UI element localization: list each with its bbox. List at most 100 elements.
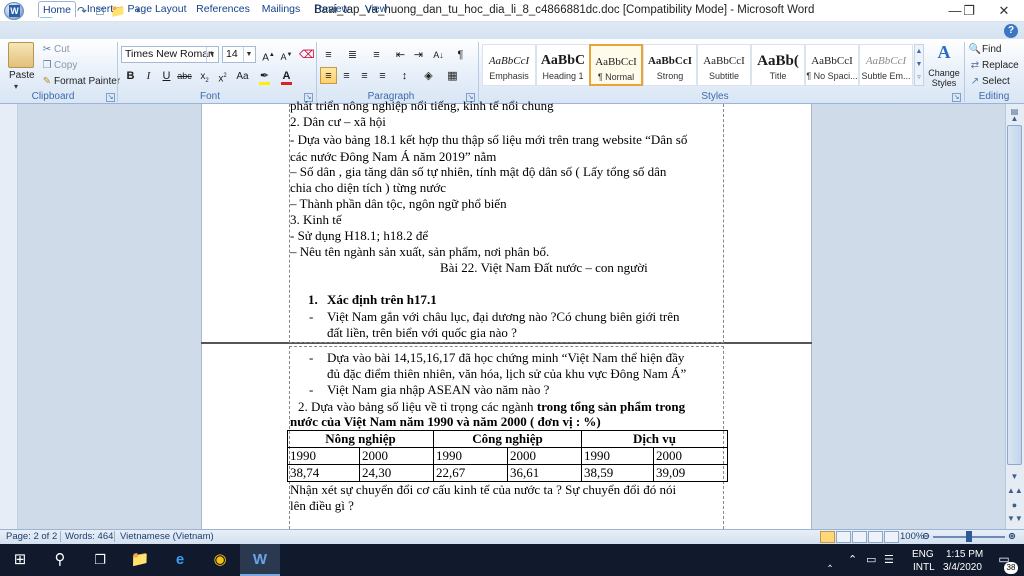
style-subtle-emphasis[interactable]: AaBbCcI Subtle Em... xyxy=(859,44,913,86)
table-cell: 38,59 xyxy=(581,464,654,482)
full-screen-reading-icon[interactable] xyxy=(836,531,851,543)
copy-button[interactable]: ❐ Copy xyxy=(40,58,78,74)
font-color-icon[interactable]: A xyxy=(278,67,295,85)
tab-review[interactable]: Review xyxy=(312,1,352,17)
next-page-icon[interactable]: ▼▼ xyxy=(1007,512,1023,526)
zoom-level[interactable]: 100% xyxy=(900,530,924,543)
justify-icon[interactable]: ≡ xyxy=(374,67,391,84)
change-styles-icon[interactable]: A xyxy=(930,42,958,66)
tab-insert[interactable]: Insert xyxy=(82,1,118,17)
print-layout-icon[interactable] xyxy=(820,531,835,543)
bullets-icon[interactable]: ≡ xyxy=(320,46,337,63)
styles-launcher-icon[interactable]: ↘ xyxy=(952,93,961,102)
align-right-icon[interactable]: ≡ xyxy=(356,67,373,84)
font-size-dropdown[interactable]: 14 ▼ xyxy=(222,46,256,63)
shading-icon[interactable]: ◈ xyxy=(420,67,437,84)
draft-view-icon[interactable] xyxy=(884,531,899,543)
file-explorer-icon[interactable]: 📁 xyxy=(120,544,160,576)
strikethrough-icon[interactable]: abc xyxy=(176,67,193,84)
style-title[interactable]: AaBb(Title xyxy=(751,44,805,86)
style-heading-1[interactable]: AaBbC Heading 1 xyxy=(536,44,590,86)
zoom-in-icon[interactable]: ⊕ xyxy=(1008,530,1016,543)
task-view-icon[interactable]: ❐ xyxy=(80,544,120,576)
battery-icon[interactable]: ▭ xyxy=(866,553,876,566)
font-name-dropdown[interactable]: Times New Roman ▼ xyxy=(121,46,219,63)
tab-references[interactable]: References xyxy=(196,1,250,17)
style-no-spacing[interactable]: AaBbCcI ¶ No Spaci... xyxy=(805,44,859,86)
tab-page-layout[interactable]: Page Layout xyxy=(126,1,188,17)
style-subtitle[interactable]: AaBbCcI Subtitle xyxy=(697,44,751,86)
increase-indent-icon[interactable]: ⇥ xyxy=(410,46,427,63)
show-formatting-icon[interactable]: ¶ xyxy=(452,46,469,63)
paste-dropdown-icon[interactable]: ▾ xyxy=(14,82,18,91)
table-row: 38,74 24,30 22,67 36,61 38,59 39,09 xyxy=(287,464,728,482)
language-indicator[interactable]: Vietnamese (Vietnam) xyxy=(120,530,214,543)
style-strong[interactable]: AaBbCcI Strong xyxy=(643,44,697,86)
sort-icon[interactable]: A↓ xyxy=(430,46,447,63)
style-normal[interactable]: AaBbCcI ¶ Normal xyxy=(589,44,643,86)
change-case-icon[interactable]: Aa xyxy=(234,67,251,84)
keyboard-layout[interactable]: INTL xyxy=(913,562,935,573)
tab-mailings[interactable]: Mailings xyxy=(258,1,304,17)
close-icon[interactable]: ✕ xyxy=(984,0,1024,22)
clipboard-launcher-icon[interactable]: ↘ xyxy=(106,93,115,102)
wifi-icon[interactable]: ☰ xyxy=(884,553,894,566)
scrollbar-thumb[interactable] xyxy=(1007,125,1022,465)
word-taskbar-icon[interactable]: W xyxy=(240,544,280,576)
select-button[interactable]: ↗ Select xyxy=(968,74,1010,90)
clipboard-icon[interactable] xyxy=(8,42,34,68)
tab-view[interactable]: View xyxy=(360,1,392,17)
subscript-icon[interactable]: x2 xyxy=(196,67,213,84)
grow-font-icon[interactable]: A▲ xyxy=(260,46,277,63)
scroll-down-icon[interactable]: ▼ xyxy=(1007,470,1022,484)
input-language[interactable]: ENG xyxy=(912,549,934,560)
word-count[interactable]: Words: 464 xyxy=(65,530,113,543)
chrome-icon[interactable]: ◉ xyxy=(200,544,240,576)
help-icon[interactable]: ? xyxy=(1004,24,1018,38)
edge-browser-icon[interactable]: e xyxy=(160,544,200,576)
zoom-out-icon[interactable]: ⊖ xyxy=(922,530,930,543)
align-left-icon[interactable]: ≡ xyxy=(320,67,337,84)
web-layout-icon[interactable] xyxy=(852,531,867,543)
change-styles-button[interactable]: Change Styles xyxy=(926,68,962,88)
underline-icon[interactable]: U xyxy=(158,67,175,84)
paste-button[interactable]: Paste xyxy=(9,68,35,84)
multilevel-list-icon[interactable]: ≡ xyxy=(368,46,385,63)
previous-page-icon[interactable]: ▲▲ xyxy=(1007,484,1023,498)
windows-start-icon[interactable]: ⊞ xyxy=(0,544,40,576)
bold-icon[interactable]: B xyxy=(122,67,139,84)
office-button[interactable]: W xyxy=(4,2,24,20)
numbering-icon[interactable]: ≣ xyxy=(344,46,361,63)
people-icon[interactable]: ‸ xyxy=(828,553,832,567)
highlight-icon[interactable]: ✒ xyxy=(256,67,273,85)
restore-icon[interactable]: ❐ xyxy=(954,0,984,22)
styles-gallery-scroll[interactable]: ▲ ▼ ▿ xyxy=(914,44,924,86)
search-icon[interactable]: ⚲ xyxy=(40,544,80,576)
scroll-up-icon[interactable]: ▲ xyxy=(1007,112,1022,126)
decrease-indent-icon[interactable]: ⇤ xyxy=(392,46,409,63)
find-button[interactable]: 🔍Find xyxy=(968,42,1002,58)
clock-date[interactable]: 3/4/2020 xyxy=(943,562,982,573)
replace-button[interactable]: ⇄ Replace xyxy=(968,58,1019,74)
show-hidden-icons-icon[interactable]: ⌃ xyxy=(848,553,857,566)
shrink-font-icon[interactable]: A▼ xyxy=(278,46,295,63)
doc-line: phát triển nông nghiệp nổi tiếng, kinh t… xyxy=(290,98,554,113)
zoom-slider-thumb[interactable] xyxy=(966,531,972,542)
align-center-icon[interactable]: ≡ xyxy=(338,67,355,84)
editing-group-label: Editing xyxy=(978,91,1010,102)
doc-line: đủ đặc điểm thiên nhiên, văn hóa, lịch s… xyxy=(327,366,687,381)
clear-formatting-icon[interactable]: ⌫ xyxy=(298,46,315,63)
borders-icon[interactable]: ▦ xyxy=(444,67,461,84)
page-indicator[interactable]: Page: 2 of 2 xyxy=(6,530,57,543)
superscript-icon[interactable]: x2 xyxy=(214,67,231,84)
line-spacing-icon[interactable]: ↕ xyxy=(396,67,413,84)
format-painter-button[interactable]: ✎ Format Painter xyxy=(40,74,120,90)
cut-button[interactable]: ✂ Cut xyxy=(40,42,70,58)
italic-icon[interactable]: I xyxy=(140,67,157,84)
doc-line: các nước Đông Nam Á năm 2019” nằm xyxy=(290,149,497,164)
outline-view-icon[interactable] xyxy=(868,531,883,543)
style-emphasis[interactable]: AaBbCcI Emphasis xyxy=(482,44,536,86)
clock-time[interactable]: 1:15 PM xyxy=(946,549,983,560)
tab-home[interactable]: Home xyxy=(38,1,76,17)
browse-object-icon[interactable]: ● xyxy=(1007,498,1022,512)
